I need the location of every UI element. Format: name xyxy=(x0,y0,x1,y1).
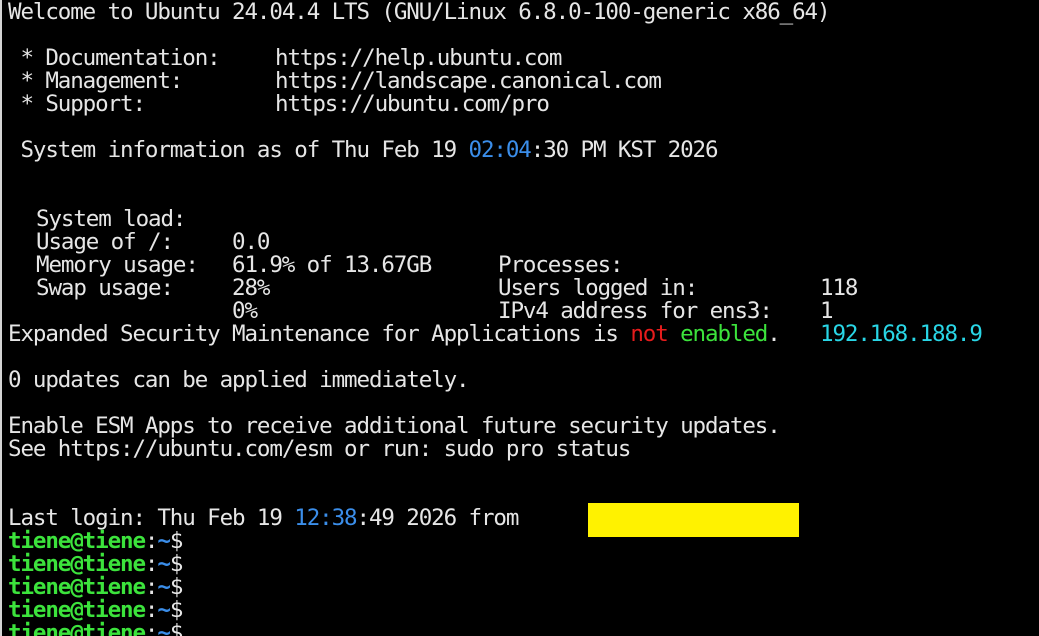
esm-enable-line: Enable ESM Apps to receive additional fu… xyxy=(8,413,781,439)
management-url[interactable]: https://landscape.canonical.com xyxy=(275,70,662,93)
sysinfo-prefix: System information as of Thu Feb 19 xyxy=(8,137,469,163)
stats-row-2: Usage of /: 61.9% of 13.67GB Users logge… xyxy=(2,208,1032,323)
doc-label: * Documentation: xyxy=(8,45,220,71)
esm-suffix: . xyxy=(767,321,781,347)
last-login-suffix: :49 2026 from xyxy=(356,505,531,531)
users-label: Users logged in: xyxy=(498,275,698,301)
esm-status-line: Expanded Security Maintenance for Applic… xyxy=(8,321,781,347)
last-login-time: 12:38 xyxy=(294,505,357,531)
prompt-user: tiene@tiene xyxy=(8,620,146,636)
prompt-symbol: $ xyxy=(169,620,184,636)
welcome-line: Welcome to Ubuntu 24.04.4 LTS (GNU/Linux… xyxy=(8,0,831,25)
esm-see-line: See https://ubuntu.com/esm or run: sudo … xyxy=(8,436,631,462)
stats-row-1: System load: 0.0 Processes: 118 xyxy=(2,185,1032,300)
prompt-path: ~ xyxy=(157,620,171,636)
users-value: 1 xyxy=(820,298,834,324)
prompt-line[interactable]: tiene@tiene:~$ xyxy=(8,553,183,576)
memory-value: 28% xyxy=(232,275,270,301)
support-url[interactable]: https://ubuntu.com/pro xyxy=(275,93,550,116)
swap-label: Swap usage: xyxy=(36,275,174,301)
management-label: * Management: xyxy=(8,68,183,94)
ipv4-value: 192.168.188.9 xyxy=(820,321,983,347)
prompt-line[interactable]: tiene@tiene:~$ xyxy=(8,620,184,636)
updates-line: 0 updates can be applied immediately. xyxy=(8,367,470,393)
stats-row-4: Swap usage: 0% xyxy=(2,254,1032,323)
prompt-line[interactable]: tiene@tiene:~$ xyxy=(8,576,183,599)
last-login-line: Last login: Thu Feb 19 12:38:49 2026 fro… xyxy=(8,507,531,530)
esm-prefix: Expanded Security Maintenance for Applic… xyxy=(8,321,631,347)
prompt-line[interactable]: tiene@tiene:~$ xyxy=(8,530,183,553)
esm-not: not xyxy=(630,321,668,347)
swap-value: 0% xyxy=(232,298,258,324)
doc-url[interactable]: https://help.ubuntu.com xyxy=(275,47,562,70)
prompt-line[interactable]: tiene@tiene:~$ xyxy=(8,599,183,622)
support-label: * Support: xyxy=(8,91,146,117)
stats-row-3: Memory usage: 28% IPv4 address for ens3:… xyxy=(2,231,1032,346)
sysinfo-line: System information as of Thu Feb 19 02:0… xyxy=(8,137,719,163)
esm-enabled: enabled xyxy=(680,321,768,347)
sysinfo-time: 02:04 xyxy=(468,137,532,163)
prompt-separator: : xyxy=(144,620,159,636)
processes-value: 118 xyxy=(820,275,858,301)
redacted-host-box xyxy=(588,503,799,537)
sysinfo-suffix: :30 PM KST 2026 xyxy=(530,137,719,163)
terminal-window[interactable]: Welcome to Ubuntu 24.04.4 LTS (GNU/Linux… xyxy=(0,0,1039,636)
ipv4-label: IPv4 address for ens3: xyxy=(498,298,773,324)
